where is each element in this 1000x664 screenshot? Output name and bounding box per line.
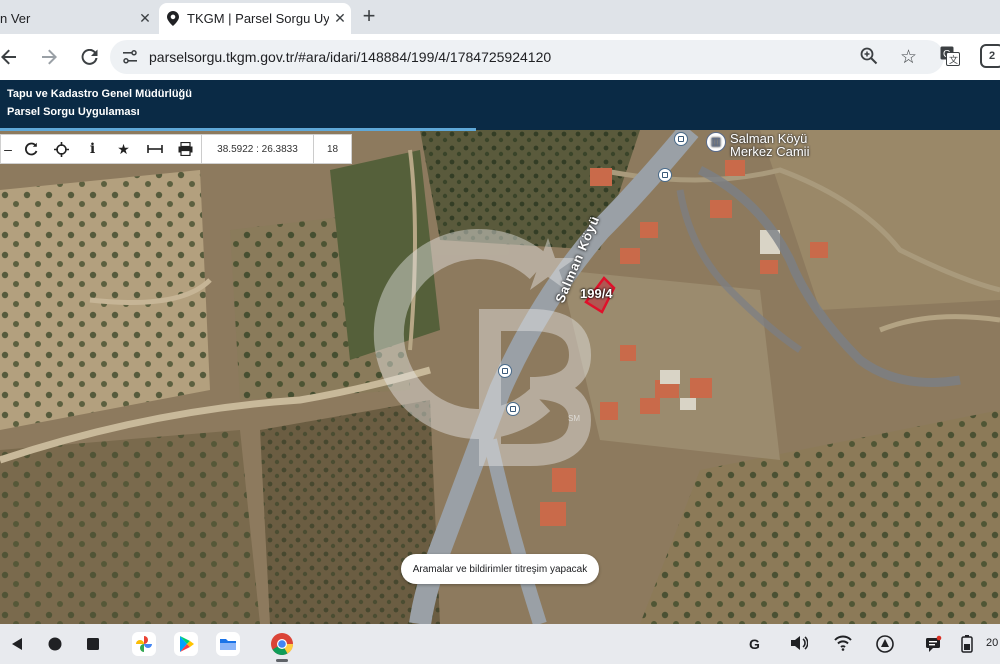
translate-icon[interactable]: G文 [940,46,960,71]
reload-button[interactable] [74,42,104,72]
site-header: Tapu ve Kadastro Genel Müdürlüğü Parsel … [0,80,1000,130]
profile-button[interactable]: 2 [980,44,1000,68]
forward-arrow-icon [42,49,57,65]
tab-inactive[interactable]: n Ver ✕ [0,3,156,34]
bus-stop-icon[interactable] [498,364,512,378]
map-imagery[interactable] [0,130,1000,624]
play-store-app-icon[interactable] [174,632,198,656]
tab-strip: n Ver ✕ TKGM | Parsel Sorgu Uygulam ✕ + [0,0,1000,34]
poi-name-line2: Merkez Camii [730,144,810,159]
parcel-number-label[interactable]: 199/4 [580,286,613,301]
clock[interactable]: 20 [986,637,998,649]
tab-active[interactable]: TKGM | Parsel Sorgu Uygulam ✕ [159,3,351,34]
bus-stop-icon[interactable] [674,132,688,146]
wifi-icon[interactable] [834,635,852,656]
print-icon[interactable] [170,134,201,164]
info-icon[interactable]: i [77,134,108,164]
poi-mosque[interactable]: ▥ Salman Köyü Merkez Camii [706,132,809,158]
bookmark-star-icon[interactable]: ☆ [900,46,917,69]
satellite-map[interactable]: ▥ Salman Köyü Merkez Camii Salman Köyü 1… [0,130,1000,624]
running-indicator [276,659,288,662]
files-app-icon[interactable] [216,632,240,656]
refresh-icon[interactable] [15,134,46,164]
watermark-tag: SM [568,414,580,423]
site-settings-icon[interactable] [122,49,138,70]
app-name: Parsel Sorgu Uygulaması [7,106,140,118]
google-assistant-icon[interactable]: G [749,636,760,652]
url-text: parselsorgu.tkgm.gov.tr/#ara/idari/14888… [149,49,552,65]
tab-title: n Ver [0,11,31,26]
zoom-icon[interactable] [860,47,878,70]
map-toolbar: – i ★ 38.5922 : 26.3833 18 [0,134,352,164]
notification-toast: Aramalar ve bildirimler titreşim yapacak [401,554,599,584]
new-tab-button[interactable]: + [356,4,382,30]
back-arrow-icon [1,49,16,65]
volume-icon[interactable] [790,635,809,656]
close-tab-icon[interactable]: ✕ [134,10,156,27]
star-icon[interactable]: ★ [108,134,139,164]
zoom-level: 18 [313,134,351,164]
bus-stop-icon[interactable] [658,168,672,182]
svg-text:文: 文 [949,54,958,66]
forward-button[interactable] [34,42,64,72]
chrome-app-icon[interactable] [270,632,294,656]
os-shelf: G 20 [0,624,1000,664]
home-nav-icon[interactable] [48,637,62,656]
coordinate-readout: 38.5922 : 26.3833 [201,134,313,164]
tab-title: TKGM | Parsel Sorgu Uygulam [187,11,329,26]
measure-icon[interactable] [139,134,170,164]
photos-app-icon[interactable] [132,632,156,656]
notifications-icon[interactable] [924,635,942,658]
bus-stop-icon[interactable] [506,402,520,416]
locate-icon[interactable] [46,134,77,164]
address-bar[interactable]: parselsorgu.tkgm.gov.tr/#ara/idari/14888… [110,40,944,74]
back-button[interactable] [0,42,24,72]
map-pin-icon [159,11,187,26]
accessibility-icon[interactable] [876,635,894,658]
collapse-tool[interactable]: – [1,134,15,164]
org-name: Tapu ve Kadastro Genel Müdürlüğü [7,88,192,100]
back-nav-icon[interactable] [10,637,24,656]
loading-progress-bar [0,128,476,131]
mosque-icon: ▥ [706,132,726,152]
reload-icon [81,48,97,65]
battery-icon[interactable] [961,635,973,658]
close-tab-icon[interactable]: ✕ [329,10,351,27]
overview-nav-icon[interactable] [86,637,100,656]
browser-toolbar: parselsorgu.tkgm.gov.tr/#ara/idari/14888… [0,34,1000,80]
